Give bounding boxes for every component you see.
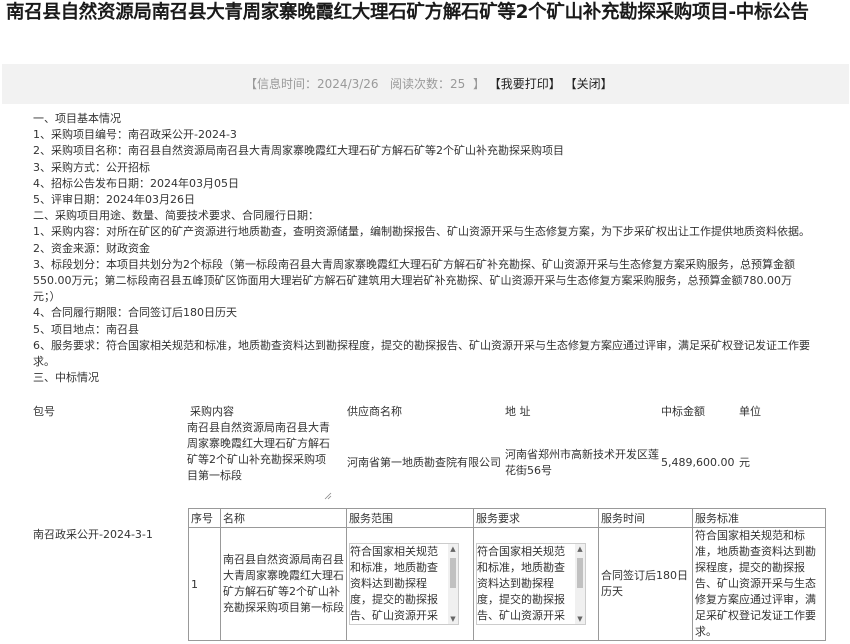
th-name: 名称: [220, 508, 347, 528]
col-header-package: 包号: [33, 405, 55, 418]
content-line: 2、采购项目名称：南召县自然资源局南召县大青周家寨晚霞红大理石矿方解石矿等2个矿…: [33, 144, 564, 158]
content-line: 3、采购方式：公开招标: [33, 160, 150, 174]
row-no: 1: [188, 527, 221, 641]
bracket-close: 】: [472, 77, 485, 91]
amount-unit: 元: [739, 456, 750, 469]
content-line: 1、采购项目编号：南召政采公开-2024-3: [33, 128, 237, 142]
package-number: 南召政采公开-2024-3-1: [33, 528, 153, 541]
row-requirement-cell: 符合国家相关规范和标准，地质勘查资料达到勘探程度，提交的勘探报告、矿山资源开采 …: [473, 527, 599, 641]
time-value: 2024/3/26: [317, 77, 379, 91]
print-link[interactable]: 【我要打印】: [489, 77, 561, 91]
requirement-text: 符合国家相关规范和标准，地质勘查资料达到勘探程度，提交的勘探报告、矿山资源开采: [477, 545, 565, 622]
content-line: 2、资金来源：财政资金: [33, 241, 150, 255]
col-header-unit: 单位: [739, 405, 761, 418]
scroll-thumb[interactable]: [577, 558, 583, 588]
th-standard: 服务标准: [692, 508, 826, 528]
purchase-content-text: 南召县自然资源局南召县大青周家寨晚霞红大理石矿方解石矿等2个矿山补充勘探采购项目…: [187, 421, 330, 482]
content-line: 二、采购项目用途、数量、简要技术要求、合同履行日期：: [33, 209, 319, 223]
col-header-address: 地 址: [505, 405, 531, 418]
scroll-up-icon[interactable]: ▲: [449, 545, 457, 553]
scrollbar[interactable]: ▲ ▼: [448, 544, 458, 624]
time-label: 信息时间：: [257, 77, 318, 91]
purchase-content-textarea[interactable]: 南召县自然资源局南召县大青周家寨晚霞红大理石矿方解石矿等2个矿山补充勘探采购项目…: [187, 420, 332, 500]
resize-grip-icon[interactable]: [324, 492, 332, 500]
content-line: 4、合同履行期限：合同签订后180日历天: [33, 306, 237, 320]
close-link[interactable]: 【关闭】: [565, 77, 613, 91]
content-line: 5、项目地点：南召县: [33, 322, 139, 336]
content-line: 三、中标情况: [33, 371, 99, 385]
winning-amount: 5,489,600.00: [661, 456, 735, 469]
page-title: 南召县自然资源局南召县大青周家寨晚霞红大理石矿方解石矿等2个矿山补充勘探采购项目…: [6, 2, 809, 23]
content-line: 4、招标公告发布日期：2024年03月05日: [33, 176, 239, 190]
content-line: 3、标段划分：本项目共划分为2个标段（第一标段南召县大青周家寨晚霞红大理石矿方解…: [33, 257, 795, 304]
th-scope: 服务范围: [346, 508, 474, 528]
scroll-down-icon[interactable]: ▼: [449, 615, 457, 623]
content-line: 一、项目基本情况: [33, 112, 121, 125]
scroll-down-icon[interactable]: ▼: [576, 615, 584, 623]
table-header-row: 序号 名称 服务范围 服务要求 服务时间 服务标准: [188, 508, 826, 528]
th-time: 服务时间: [598, 508, 693, 528]
row-time: 合同签订后180日历天: [598, 527, 693, 641]
views-label: 阅读次数：: [390, 77, 451, 91]
supplier-name: 河南省第一地质勘查院有限公司: [347, 456, 501, 469]
info-bar: 【信息时间：2024/3/26 阅读次数：25 】 【我要打印】 【关闭】: [2, 64, 849, 104]
scroll-thumb[interactable]: [450, 558, 456, 588]
col-header-amount: 中标金额: [661, 405, 705, 418]
views-value: 25: [450, 77, 466, 91]
row-name: 南召县自然资源局南召县大青周家寨晚霞红大理石矿方解石矿等2个矿山补充勘探采购项目…: [220, 527, 347, 641]
row-standard: 符合国家相关规范和标准，地质勘查资料达到勘探程度，提交的勘探报告、矿山资源开采与…: [692, 527, 826, 641]
th-no: 序号: [188, 508, 221, 528]
content-line: 5、评审日期：2024年03月26日: [33, 193, 195, 207]
col-header-supplier: 供应商名称: [347, 405, 402, 418]
scrollbar[interactable]: ▲ ▼: [575, 544, 585, 624]
scope-text: 符合国家相关规范和标准，地质勘查资料达到勘探程度，提交的勘探报告、矿山资源开采: [350, 545, 438, 622]
notice-content: 一、项目基本情况 1、采购项目编号：南召政采公开-2024-3 2、采购项目名称…: [33, 111, 813, 386]
service-detail-table: 序号 名称 服务范围 服务要求 服务时间 服务标准 1 南召县自然资源局南召县大…: [188, 508, 826, 641]
row-scope-cell: 符合国家相关规范和标准，地质勘查资料达到勘探程度，提交的勘探报告、矿山资源开采 …: [346, 527, 474, 641]
col-header-content: 采购内容: [190, 405, 234, 418]
scroll-up-icon[interactable]: ▲: [576, 545, 584, 553]
table-row: 1 南召县自然资源局南召县大青周家寨晚霞红大理石矿方解石矿等2个矿山补充勘探采购…: [188, 527, 826, 641]
content-line: 1、采购内容：对所在矿区的矿产资源进行地质勘查，查明资源储量，编制勘探报告、矿山…: [33, 225, 810, 239]
bracket-open: 【: [245, 77, 258, 91]
content-line: 6、服务要求：符合国家相关规范和标准，地质勘查资料达到勘探程度，提交的勘探报告、…: [33, 338, 810, 369]
requirement-textarea[interactable]: 符合国家相关规范和标准，地质勘查资料达到勘探程度，提交的勘探报告、矿山资源开采 …: [476, 543, 586, 625]
th-requirement: 服务要求: [473, 508, 599, 528]
supplier-address: 河南省郑州市高新技术开发区莲花街56号: [505, 448, 659, 477]
scope-textarea[interactable]: 符合国家相关规范和标准，地质勘查资料达到勘探程度，提交的勘探报告、矿山资源开采 …: [349, 543, 459, 625]
